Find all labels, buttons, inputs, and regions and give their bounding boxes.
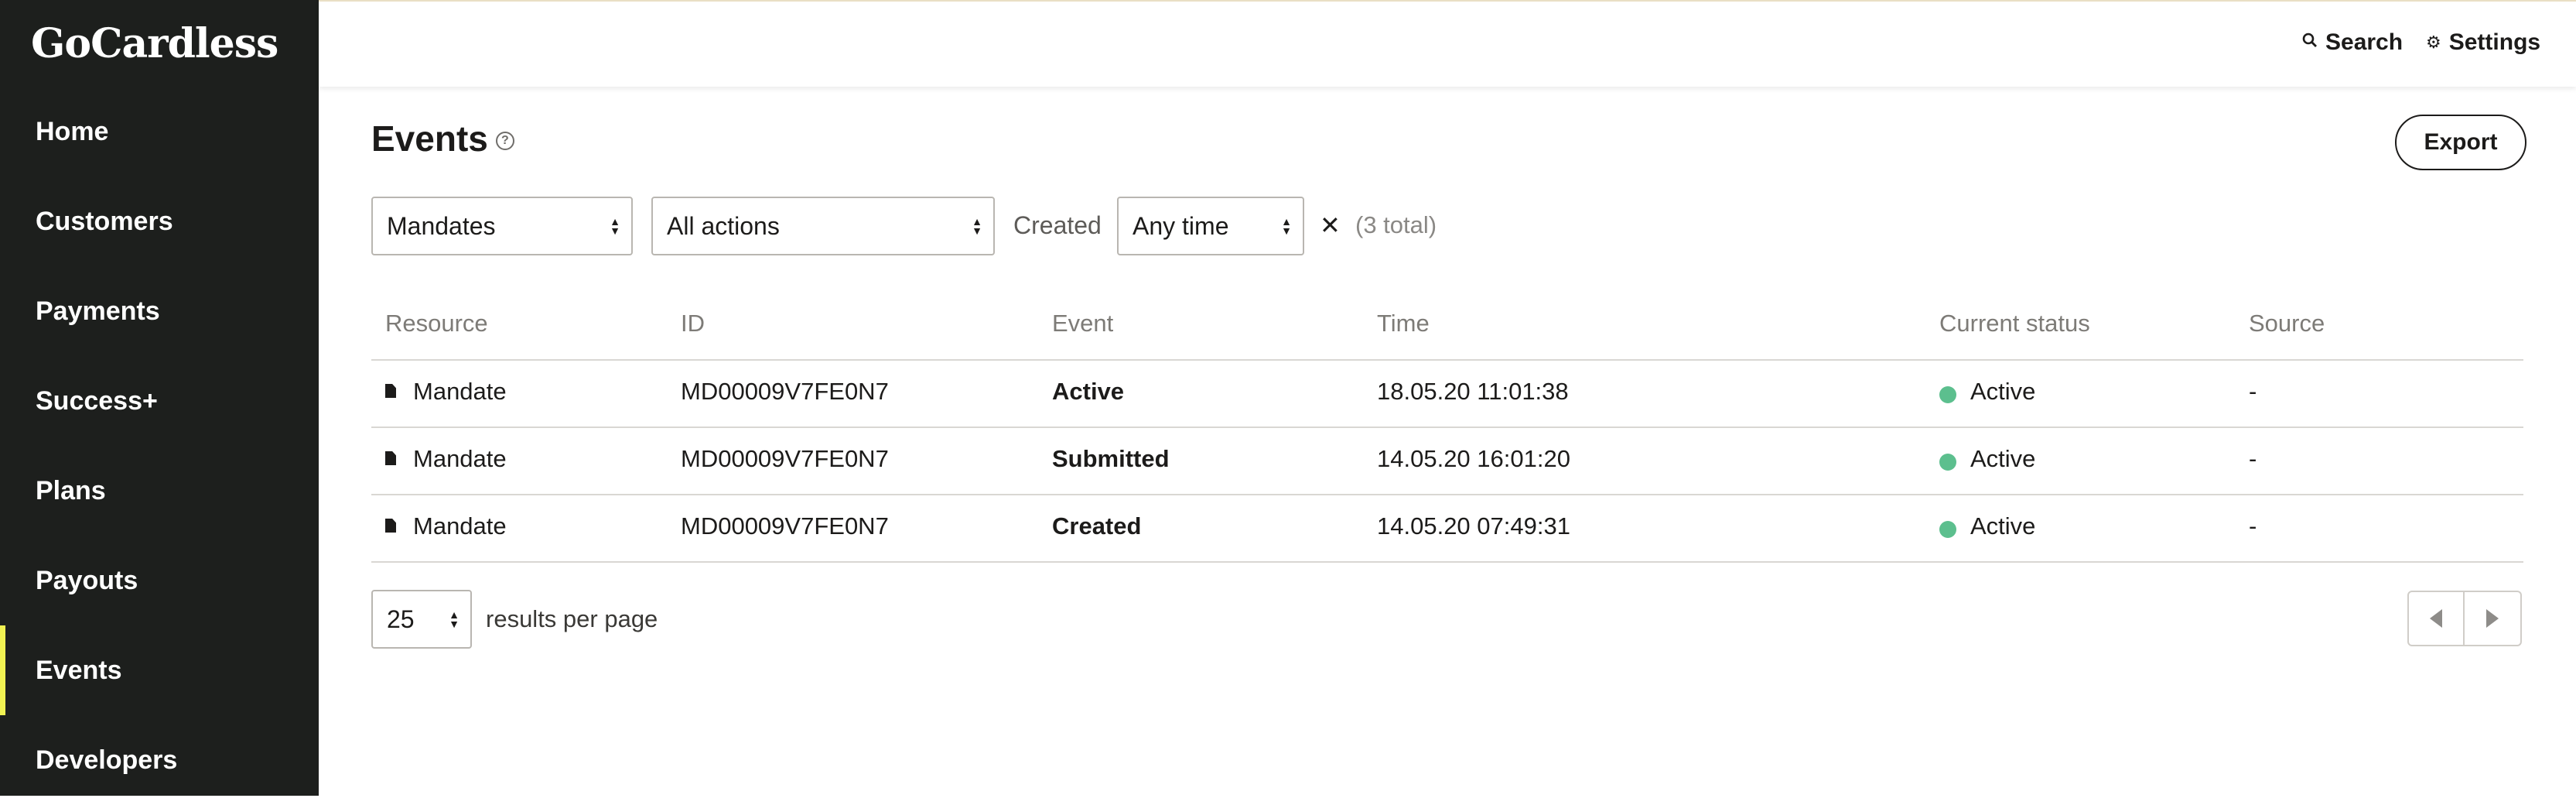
sidebar-item-label: Customers [36,206,173,236]
time-select-value: Any time [1133,211,1229,240]
created-label: Created [1013,211,1102,239]
document-icon [385,519,396,533]
status-cell: Active [1970,512,2036,540]
events-table: Resource ID Event Time Current status So… [371,294,2523,563]
sidebar-item-label: Success+ [36,385,158,416]
status-dot-icon [1939,454,1956,471]
select-arrows-icon: ▲ ▼ [972,215,982,237]
column-header-resource: Resource [385,310,488,337]
column-header-id: ID [681,310,705,337]
clear-filters-icon[interactable]: ✕ [1320,211,1341,240]
event-cell: Active [1052,378,1125,405]
table-header: Resource ID Event Time Current status So… [371,294,2523,361]
sidebar-item-success-plus[interactable]: Success+ [0,356,319,446]
event-cell: Submitted [1052,445,1170,472]
id-cell: MD00009V7FE0N7 [681,445,889,472]
action-select[interactable]: All actions ▲ ▼ [651,197,995,255]
id-cell: MD00009V7FE0N7 [681,512,889,540]
time-cell: 14.05.20 16:01:20 [1377,445,1570,472]
sidebar-item-payouts[interactable]: Payouts [0,536,319,625]
document-icon [385,451,396,465]
per-page-select[interactable]: 25 ▲ ▼ [371,590,472,649]
source-cell: - [2249,445,2257,472]
table-row[interactable]: Mandate MD00009V7FE0N7 Active 18.05.20 1… [371,361,2523,428]
gocardless-logo[interactable]: GoCardless [31,20,278,67]
sidebar-item-plans[interactable]: Plans [0,446,319,536]
column-header-event: Event [1052,310,1114,337]
resource-cell: Mandate [413,378,507,405]
per-page-value: 25 [387,605,415,633]
column-header-time: Time [1377,310,1430,337]
select-arrows-icon: ▲ ▼ [1281,215,1292,237]
search-label: Search [2325,29,2403,55]
sidebar-item-label: Plans [36,475,106,505]
previous-page-button[interactable] [2407,591,2465,646]
sidebar-item-label: Payments [36,296,160,326]
total-count: (3 total) [1355,211,1437,238]
settings-label: Settings [2448,29,2541,55]
chevron-left-icon [2430,609,2442,628]
id-cell: MD00009V7FE0N7 [681,378,889,405]
sidebar-item-label: Events [36,655,122,685]
sidebar-item-customers[interactable]: Customers [0,176,319,266]
search-button[interactable]: Search [2302,29,2403,56]
sidebar-item-payments[interactable]: Payments [0,266,319,356]
time-cell: 18.05.20 11:01:38 [1377,378,1569,405]
page-title: Events ? [371,118,514,159]
action-select-value: All actions [667,211,780,240]
status-cell: Active [1970,445,2036,472]
settings-button[interactable]: ⚙ Settings [2426,29,2540,56]
column-header-current-status: Current status [1939,310,2090,337]
document-icon [385,384,396,398]
time-select[interactable]: Any time ▲ ▼ [1117,197,1304,255]
sidebar-item-label: Payouts [36,565,138,595]
sidebar-item-label: Developers [36,745,178,775]
table-row[interactable]: Mandate MD00009V7FE0N7 Submitted 14.05.2… [371,428,2523,495]
status-dot-icon [1939,386,1956,403]
help-icon[interactable]: ? [495,132,514,150]
export-button[interactable]: Export [2395,115,2526,170]
chevron-right-icon [2486,609,2499,628]
select-arrows-icon: ▲ ▼ [610,215,620,237]
per-page-label: results per page [486,605,658,632]
resource-select[interactable]: Mandates ▲ ▼ [371,197,633,255]
search-icon [2302,33,2318,53]
select-arrows-icon: ▲ ▼ [449,608,460,630]
resource-select-value: Mandates [387,211,496,240]
column-header-source: Source [2249,310,2325,337]
status-cell: Active [1970,378,2036,405]
sidebar-item-home[interactable]: Home [0,87,319,176]
page-title-text: Events [371,118,488,159]
source-cell: - [2249,378,2257,405]
sidebar-item-events[interactable]: Events [0,625,319,715]
table-row[interactable]: Mandate MD00009V7FE0N7 Created 14.05.20 … [371,495,2523,563]
sidebar-item-label: Home [36,116,109,146]
top-bar: Search ⚙ Settings [319,0,2576,87]
status-dot-icon [1939,521,1956,538]
sidebar: GoCardless Home Customers Payments Succe… [0,0,319,796]
resource-cell: Mandate [413,445,507,472]
sidebar-item-developers[interactable]: Developers [0,715,319,805]
time-cell: 14.05.20 07:49:31 [1377,512,1570,540]
next-page-button[interactable] [2465,591,2522,646]
resource-cell: Mandate [413,512,507,540]
gear-icon: ⚙ [2426,33,2441,52]
source-cell: - [2249,512,2257,540]
event-cell: Created [1052,512,1142,540]
